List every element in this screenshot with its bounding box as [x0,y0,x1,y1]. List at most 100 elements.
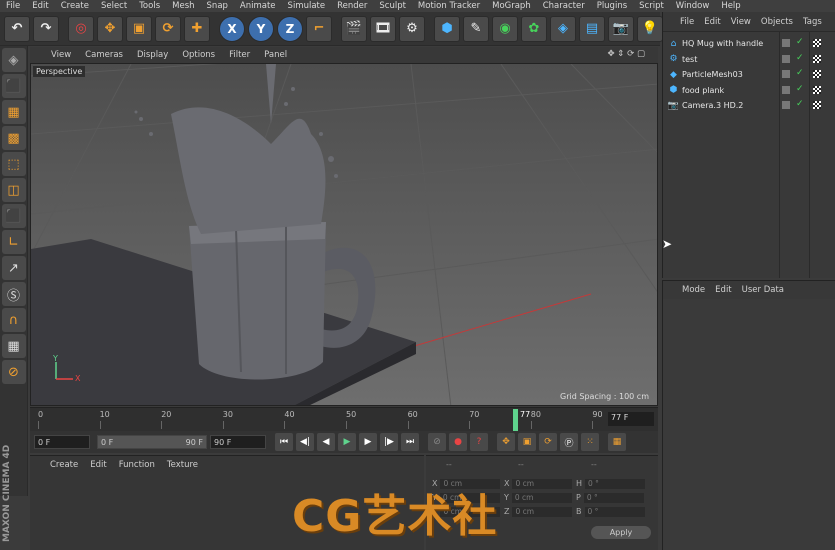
axis-mode-icon[interactable]: ∟ [1,230,26,254]
deformer-icon[interactable]: ◈ [550,15,576,42]
viewport-menu-item-2[interactable]: Display [130,50,175,60]
menu-item-17[interactable]: Help [715,1,746,11]
menu-item-6[interactable]: Snap [201,1,234,11]
enabled-check-icon[interactable]: ✓ [796,99,804,109]
edges-mode-icon[interactable]: ◫ [1,178,26,202]
scale-icon[interactable]: ▣ [126,15,152,42]
step-back-icon[interactable]: ◀ [317,433,335,451]
coord-value-field[interactable]: 0 ° [585,478,646,489]
coord-value-field[interactable]: 0 cm [512,478,573,489]
visibility-toggle[interactable] [782,85,790,94]
menu-item-12[interactable]: MoGraph [486,1,537,11]
menu-item-16[interactable]: Window [670,1,716,11]
solo-icon[interactable]: Ⓢ [1,282,26,306]
key-position-icon[interactable]: ✥ [497,433,515,451]
menu-item-13[interactable]: Character [537,1,591,11]
visibility-toggle[interactable] [782,54,790,63]
texture-mode-icon[interactable]: ▦ [1,100,26,124]
last-tool-icon[interactable]: ✚ [184,15,210,42]
world-coordinate-icon[interactable]: ⌐ [306,15,332,42]
end-frame-field[interactable]: 90 F [210,435,266,449]
tweak-mode-icon[interactable]: ↗ [1,256,26,280]
subdivision-icon[interactable]: ◉ [492,15,518,42]
autokey-icon[interactable]: ? [470,433,488,451]
menu-item-15[interactable]: Script [633,1,670,11]
liquid-splash[interactable] [134,64,339,234]
render-view-icon[interactable]: 🎬 [341,15,367,42]
camera-icon[interactable]: 📷 [608,15,634,42]
coord-value-field[interactable]: 0 ° [583,492,644,503]
y-axis-icon[interactable]: Y [248,15,274,42]
go-to-end-icon[interactable]: ⏭ [401,433,419,451]
visibility-toggle[interactable] [782,70,790,78]
key-scale-icon[interactable]: ▣ [518,433,536,451]
viewport-menu-item-3[interactable]: Options [175,50,222,60]
previous-key-icon[interactable]: ◀| [296,433,314,451]
material-tag-icon[interactable] [813,101,821,109]
object-name[interactable]: food plank [682,86,724,95]
light-icon[interactable]: 💡 [637,15,663,42]
live-selection-icon[interactable]: ◎ [68,15,94,42]
menu-item-2[interactable]: Create [55,1,95,11]
object-name[interactable]: Camera.3 HD.2 [682,101,743,110]
visibility-toggle[interactable] [782,101,790,109]
make-editable-icon[interactable]: ◈ [1,48,26,72]
menu-item-11[interactable]: Motion Tracker [412,1,486,11]
viewport-menu-item-1[interactable]: Cameras [78,50,130,60]
start-frame-field[interactable]: 0 F [34,435,90,449]
apply-button[interactable]: Apply [591,526,651,539]
enabled-check-icon[interactable]: ✓ [796,53,804,63]
lock-workplane-icon[interactable]: ▦ [1,334,26,358]
viewport-menu-item-0[interactable]: View [44,50,78,60]
material-menu-item-1[interactable]: Edit [84,460,112,470]
rotate-icon[interactable]: ⟳ [155,15,181,42]
material-tag-icon[interactable] [813,54,821,63]
material-tag-icon[interactable] [813,39,821,47]
material-menu-item-2[interactable]: Function [113,460,161,470]
object-menu-item-1[interactable]: Edit [699,17,725,27]
polygons-mode-icon[interactable]: ⬛ [1,204,26,228]
menu-item-10[interactable]: Sculpt [373,1,412,11]
menu-item-7[interactable]: Animate [234,1,282,11]
menu-item-5[interactable]: Mesh [166,1,200,11]
perspective-viewport[interactable]: Y X Perspective Grid Spacing : 100 cm [30,63,658,406]
key-pla-icon[interactable]: ⁙ [581,433,599,451]
edit-render-settings-icon[interactable]: ⚙ [399,15,425,42]
key-rotation-icon[interactable]: ⟳ [539,433,557,451]
object-menu-item-2[interactable]: View [726,17,756,27]
menu-item-1[interactable]: Edit [26,1,54,11]
range-slider[interactable]: 0 F 90 F [97,435,207,449]
menu-item-9[interactable]: Render [331,1,373,11]
key-parameter-icon[interactable]: Ⓟ [560,433,578,451]
model-mode-icon[interactable]: ⬛ [1,74,26,98]
object-name[interactable]: HQ Mug with handle [682,39,763,48]
timeline-playhead[interactable] [513,409,518,431]
object-name[interactable]: test [682,55,697,64]
z-axis-icon[interactable]: Z [277,15,303,42]
floor-icon[interactable]: ▤ [579,15,605,42]
material-tag-icon[interactable] [813,85,821,94]
next-key-icon[interactable]: |▶ [380,433,398,451]
viewport-menu-item-5[interactable]: Panel [257,50,294,60]
menu-item-4[interactable]: Tools [133,1,166,11]
cloner-icon[interactable]: ✿ [521,15,547,42]
redo-icon[interactable]: ↷ [33,15,59,42]
attribute-menu-item-2[interactable]: User Data [737,285,789,295]
menu-item-0[interactable]: File [0,1,26,11]
undo-icon[interactable]: ↶ [4,15,30,42]
enabled-check-icon[interactable]: ✓ [796,68,804,78]
material-tag-icon[interactable] [813,70,821,78]
record-keys-icon[interactable]: ● [449,433,467,451]
viewport-camera-label[interactable]: Perspective [33,66,86,77]
workplane-icon[interactable]: ▩ [1,126,26,150]
material-menu-item-3[interactable]: Texture [161,460,204,470]
timeline-window-icon[interactable]: ▦ [608,433,626,451]
object-menu-item-4[interactable]: Tags [798,17,827,27]
timeline-ruler[interactable]: 77 77 F 0 10 20 30 40 50 60 70 80 90 [30,407,658,431]
move-icon[interactable]: ✥ [97,15,123,42]
go-to-start-icon[interactable]: ⏮ [275,433,293,451]
motion-recording-icon[interactable]: ⊘ [428,433,446,451]
enabled-check-icon[interactable]: ✓ [796,84,804,94]
enabled-check-icon[interactable]: ✓ [796,37,804,47]
points-mode-icon[interactable]: ⬚ [1,152,26,176]
